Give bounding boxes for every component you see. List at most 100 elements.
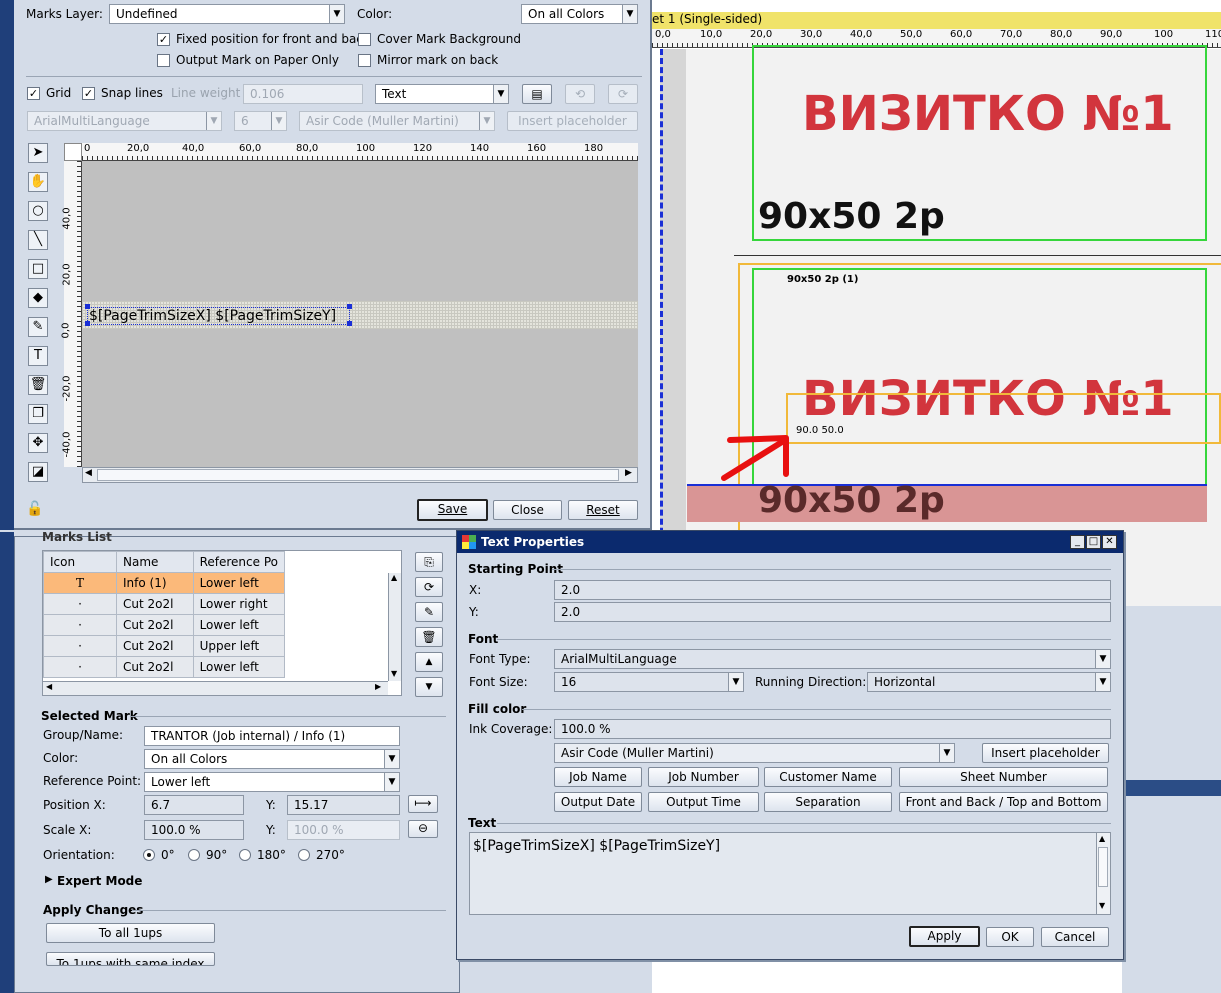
- col-icon[interactable]: Icon: [43, 551, 117, 573]
- save-button[interactable]: Save: [417, 499, 488, 521]
- orientation-90-radio[interactable]: [188, 849, 200, 861]
- fill-tool-icon[interactable]: ◆: [28, 288, 48, 308]
- reference-point-select[interactable]: Lower left ▼: [144, 772, 400, 792]
- text-vscrollbar[interactable]: ▲ ▼: [1096, 833, 1110, 914]
- move-up-icon[interactable]: ▲: [415, 652, 443, 672]
- close-button[interactable]: Close: [493, 500, 562, 520]
- scroll-thumb[interactable]: [97, 469, 619, 481]
- orientation-180-radio[interactable]: [239, 849, 251, 861]
- separation-button[interactable]: Separation: [764, 792, 892, 812]
- col-name[interactable]: Name: [115, 551, 194, 573]
- tp-y-input[interactable]: 2.0: [554, 602, 1111, 622]
- minimize-button[interactable]: _: [1070, 535, 1085, 549]
- table-vscrollbar[interactable]: ▲ ▼: [388, 573, 401, 681]
- expert-mode-toggle[interactable]: Expert Mode: [57, 874, 142, 888]
- link-icon[interactable]: ⊖: [408, 820, 438, 838]
- select-arrow-icon[interactable]: ➤: [28, 143, 48, 163]
- type-select[interactable]: Text ▼: [375, 84, 509, 104]
- scroll-left-icon[interactable]: ◀: [85, 468, 92, 478]
- hand-icon[interactable]: ✋: [28, 172, 48, 192]
- position-arrow-icon[interactable]: ⟼: [408, 795, 438, 813]
- sm-color-select[interactable]: On all Colors ▼: [144, 749, 400, 769]
- properties-button[interactable]: ▤: [522, 84, 552, 104]
- handle[interactable]: [347, 304, 352, 309]
- cancel-button[interactable]: Cancel: [1041, 927, 1109, 947]
- ellipse-tool-icon[interactable]: ○: [28, 201, 48, 221]
- tp-insert-placeholder-button[interactable]: Insert placeholder: [982, 743, 1109, 763]
- to-same-index-button[interactable]: To 1ups with same index: [46, 952, 215, 966]
- front-back-button[interactable]: Front and Back / Top and Bottom: [899, 792, 1108, 812]
- job-number-button[interactable]: Job Number: [648, 767, 759, 787]
- maximize-button[interactable]: □: [1086, 535, 1101, 549]
- delete-icon[interactable]: 🗑: [28, 375, 48, 395]
- selection-box[interactable]: [786, 393, 1221, 444]
- text-area[interactable]: $[PageTrimSizeX] $[PageTrimSizeY] ▲ ▼: [469, 832, 1111, 915]
- redo-button[interactable]: ⟳: [608, 84, 638, 104]
- scroll-right-icon[interactable]: ▶: [375, 682, 381, 691]
- copy-icon[interactable]: ❐: [28, 404, 48, 424]
- marks-layer-select[interactable]: Undefined ▼: [109, 4, 345, 24]
- scroll-down-icon[interactable]: ▼: [391, 669, 397, 678]
- scroll-right-icon[interactable]: ▶: [625, 468, 632, 478]
- position-x-input[interactable]: 6.7: [144, 795, 244, 815]
- mirror-mark-label: Mirror mark on back: [377, 53, 499, 67]
- pen-tool-icon[interactable]: ✎: [28, 317, 48, 337]
- sheet-number-button[interactable]: Sheet Number: [899, 767, 1108, 787]
- rectangle-tool-icon[interactable]: □: [28, 259, 48, 279]
- editor-hscrollbar[interactable]: ◀ ▶: [82, 467, 638, 483]
- table-row[interactable]: · Cut 2o2l Lower left: [43, 614, 286, 636]
- undo-button[interactable]: ⟲: [565, 84, 595, 104]
- color-select[interactable]: On all Colors ▼: [521, 4, 638, 24]
- to-all-1ups-button[interactable]: To all 1ups: [46, 923, 215, 943]
- snap-lines-checkbox[interactable]: ✓: [82, 87, 95, 100]
- fixed-position-checkbox[interactable]: ✓: [157, 33, 170, 46]
- add-mark-icon[interactable]: ⎘: [415, 552, 443, 572]
- output-time-button[interactable]: Output Time: [648, 792, 759, 812]
- table-row[interactable]: · Cut 2o2l Lower left: [43, 656, 286, 678]
- lock-icon[interactable]: 🔓: [26, 501, 43, 517]
- scroll-thumb[interactable]: [1098, 847, 1108, 887]
- delete-mark-icon[interactable]: 🗑: [415, 627, 443, 647]
- font-size-select[interactable]: 16 ▼: [554, 672, 744, 692]
- move-icon[interactable]: ✥: [28, 433, 48, 453]
- output-mark-checkbox[interactable]: [157, 54, 170, 67]
- move-down-icon[interactable]: ▼: [415, 677, 443, 697]
- apply-button[interactable]: Apply: [909, 926, 980, 947]
- scroll-up-icon[interactable]: ▲: [1099, 834, 1105, 843]
- line-tool-icon[interactable]: ╲: [28, 230, 48, 250]
- running-direction-select[interactable]: Horizontal ▼: [867, 672, 1111, 692]
- font-type-select[interactable]: ArialMultiLanguage ▼: [554, 649, 1111, 669]
- handle[interactable]: [347, 321, 352, 326]
- ok-button[interactable]: OK: [986, 927, 1034, 947]
- orientation-270-radio[interactable]: [298, 849, 310, 861]
- position-y-input[interactable]: 15.17: [287, 795, 400, 815]
- resize-icon[interactable]: ◪: [28, 462, 48, 482]
- table-row[interactable]: T Info (1) Lower left: [43, 572, 286, 594]
- edit-mark-icon[interactable]: ✎: [415, 602, 443, 622]
- job-name-button[interactable]: Job Name: [554, 767, 642, 787]
- table-row[interactable]: · Cut 2o2l Upper left: [43, 635, 286, 657]
- scroll-up-icon[interactable]: ▲: [391, 573, 397, 582]
- table-row[interactable]: · Cut 2o2l Lower right: [43, 593, 286, 615]
- preview-ruler-tick: 10,0: [700, 29, 723, 40]
- cover-mark-checkbox[interactable]: [358, 33, 371, 46]
- group-name-field[interactable]: TRANTOR (Job internal) / Info (1): [144, 726, 400, 746]
- text-tool-icon[interactable]: T: [28, 346, 48, 366]
- expand-icon[interactable]: ▶: [45, 874, 53, 885]
- table-hscrollbar[interactable]: ◀ ▶: [43, 681, 388, 695]
- grid-checkbox[interactable]: ✓: [27, 87, 40, 100]
- close-dialog-button[interactable]: ✕: [1102, 535, 1117, 549]
- col-ref[interactable]: Reference Po: [192, 551, 286, 573]
- tp-placeholder-select[interactable]: Asir Code (Muller Martini) ▼: [554, 743, 955, 763]
- output-date-button[interactable]: Output Date: [554, 792, 642, 812]
- scroll-left-icon[interactable]: ◀: [46, 682, 52, 691]
- scale-x-input[interactable]: 100.0 %: [144, 820, 244, 840]
- reset-button[interactable]: Reset: [568, 500, 638, 520]
- scroll-down-icon[interactable]: ▼: [1099, 901, 1105, 910]
- mirror-mark-checkbox[interactable]: [358, 54, 371, 67]
- tp-x-input[interactable]: 2.0: [554, 580, 1111, 600]
- duplicate-mark-icon[interactable]: ⟳: [415, 577, 443, 597]
- orientation-0-radio[interactable]: [143, 849, 155, 861]
- customer-name-button[interactable]: Customer Name: [764, 767, 892, 787]
- ink-coverage-input[interactable]: 100.0 %: [554, 719, 1111, 739]
